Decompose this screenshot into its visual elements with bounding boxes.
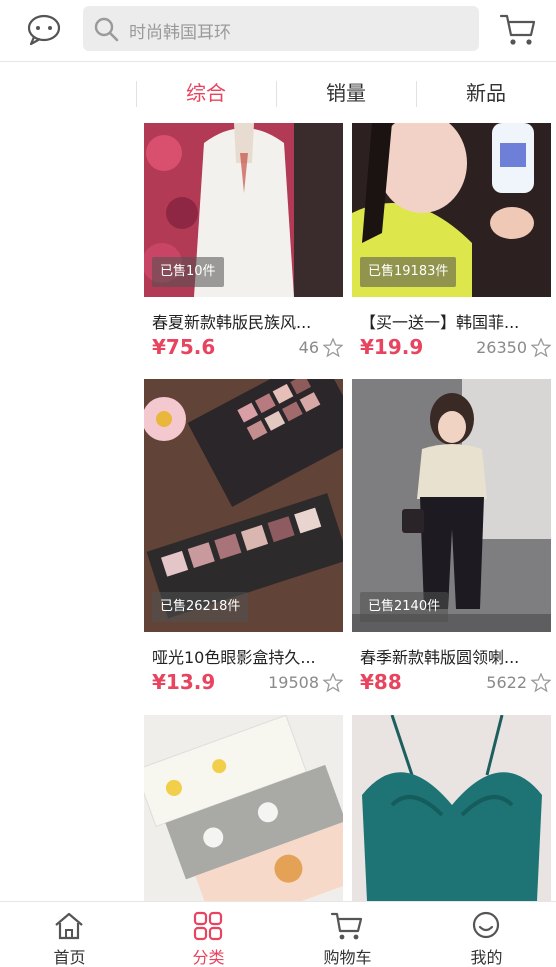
search-placeholder: 时尚韩国耳环 bbox=[129, 23, 231, 43]
search-box[interactable]: 时尚韩国耳环 bbox=[83, 6, 479, 51]
cart-icon bbox=[330, 912, 363, 940]
star-icon[interactable] bbox=[531, 673, 551, 693]
profile-icon bbox=[472, 911, 500, 939]
sold-count-badge: 已售2140件 bbox=[360, 592, 449, 622]
sort-bar: 综合 销量 新品 bbox=[0, 63, 556, 123]
top-header: 时尚韩国耳环 bbox=[0, 0, 556, 62]
nav-label: 购物车 bbox=[323, 948, 372, 967]
favorite-count: 26350 bbox=[476, 338, 527, 357]
nav-home[interactable]: 首页 bbox=[0, 902, 139, 967]
tab-comprehensive[interactable]: 综合 bbox=[136, 77, 276, 109]
nav-cart[interactable]: 购物车 bbox=[278, 902, 417, 967]
star-icon[interactable] bbox=[323, 338, 343, 358]
product-card[interactable]: 已售10件 春夏新款韩版民族风... ¥75.6 46 bbox=[144, 123, 343, 369]
tab-new[interactable]: 新品 bbox=[416, 77, 556, 109]
product-price: ¥19.9 bbox=[360, 335, 424, 359]
product-price: ¥88 bbox=[360, 670, 402, 694]
product-card[interactable]: 已售2140件 春季新款韩版圆领喇... ¥88 5622 bbox=[352, 379, 551, 701]
product-card[interactable] bbox=[352, 715, 551, 901]
nav-profile[interactable]: 我的 bbox=[417, 902, 556, 967]
product-price: ¥13.9 bbox=[152, 670, 216, 694]
product-image[interactable] bbox=[352, 715, 551, 901]
product-title[interactable]: 春夏新款韩版民族风... bbox=[152, 309, 338, 333]
product-title[interactable]: 春季新款韩版圆领喇... bbox=[360, 644, 546, 668]
product-price: ¥75.6 bbox=[152, 335, 216, 359]
product-title[interactable]: 【买一送一】韩国菲... bbox=[360, 309, 546, 333]
category-sidebar bbox=[0, 123, 136, 901]
nav-label: 分类 bbox=[192, 948, 225, 967]
cart-icon bbox=[499, 14, 536, 45]
product-card[interactable] bbox=[144, 715, 343, 901]
star-icon[interactable] bbox=[323, 673, 343, 693]
chat-bubble-icon bbox=[27, 14, 61, 46]
star-icon[interactable] bbox=[531, 338, 551, 358]
nav-category[interactable]: 分类 bbox=[139, 902, 278, 967]
category-grid-icon bbox=[193, 911, 223, 941]
favorite-count: 19508 bbox=[268, 673, 319, 692]
product-card[interactable]: 已售19183件 【买一送一】韩国菲... ¥19.9 26350 bbox=[352, 123, 551, 369]
search-icon bbox=[94, 17, 119, 42]
product-card[interactable]: 已售26218件 哑光10色眼影盒持久... ¥13.9 19508 bbox=[144, 379, 343, 701]
sold-count-badge: 已售19183件 bbox=[360, 257, 457, 287]
nav-label: 我的 bbox=[470, 948, 503, 967]
chat-button[interactable] bbox=[24, 12, 64, 48]
sold-count-badge: 已售26218件 bbox=[152, 592, 249, 622]
bottom-nav: 首页 分类 购物车 我的 bbox=[0, 901, 556, 967]
header-cart-button[interactable] bbox=[498, 12, 538, 48]
favorite-count: 5622 bbox=[486, 673, 527, 692]
product-grid: 已售10件 春夏新款韩版民族风... ¥75.6 46 已售19183件 【买一… bbox=[144, 123, 552, 901]
tab-sales[interactable]: 销量 bbox=[276, 77, 416, 109]
home-icon bbox=[55, 912, 83, 940]
nav-label: 首页 bbox=[53, 948, 86, 967]
sold-count-badge: 已售10件 bbox=[152, 257, 224, 287]
favorite-count: 46 bbox=[298, 338, 319, 357]
product-title[interactable]: 哑光10色眼影盒持久... bbox=[152, 644, 338, 668]
product-image[interactable] bbox=[144, 715, 343, 901]
